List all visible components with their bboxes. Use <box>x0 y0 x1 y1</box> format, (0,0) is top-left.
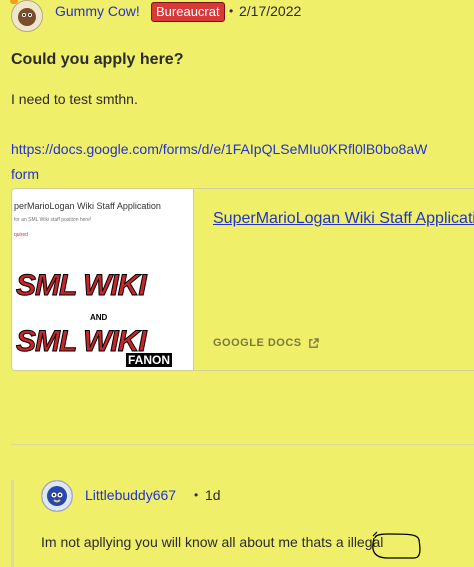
external-link-icon <box>308 337 319 348</box>
section-divider <box>11 444 474 445</box>
logo-fanon: FANON <box>126 353 172 367</box>
link-preview-thumbnail[interactable]: perMarioLogan Wiki Staff Application for… <box>12 189 194 370</box>
link-preview-source[interactable]: GOOGLE DOCS <box>213 337 319 349</box>
post-body-text: I need to test smthn. <box>11 91 138 107</box>
logo-and: AND <box>90 313 108 322</box>
reply-time[interactable]: 1d <box>205 487 221 503</box>
meta-separator: • <box>229 4 234 18</box>
scribble-circle-annotation <box>372 531 421 559</box>
thumb-caption: perMarioLogan Wiki Staff Application <box>14 201 161 211</box>
avatar-image-icon <box>12 1 42 31</box>
reply-author-link[interactable]: Littlebuddy667 <box>85 487 176 503</box>
thumb-required: quired <box>14 232 28 238</box>
post-link-line2[interactable]: form <box>11 166 39 182</box>
post-link-line1[interactable]: https://docs.google.com/forms/d/e/1FAIpQ… <box>11 141 427 157</box>
reply-body-text: Im not apllying you will know all about … <box>41 534 384 550</box>
reply-meta-separator: • <box>194 488 199 502</box>
post-title: Could you apply here? <box>11 51 184 68</box>
link-preview-title[interactable]: SuperMarioLogan Wiki Staff Application <box>213 210 474 228</box>
logo-top: SML WIKI <box>16 269 148 303</box>
sonic-avatar-icon <box>42 481 72 511</box>
author-status-dot <box>10 0 18 4</box>
post-date[interactable]: 2/17/2022 <box>239 3 301 19</box>
source-label: GOOGLE DOCS <box>213 337 302 349</box>
reply-thread-line <box>11 480 14 567</box>
role-badge: Bureaucrat <box>151 2 225 22</box>
thumb-subcaption: for an SML Wiki staff position here! <box>14 217 92 223</box>
link-preview-card[interactable]: perMarioLogan Wiki Staff Application for… <box>11 188 474 371</box>
author-name-link[interactable]: Gummy Cow! <box>55 3 140 19</box>
reply-author-avatar[interactable] <box>41 480 73 512</box>
author-avatar[interactable] <box>11 0 43 32</box>
